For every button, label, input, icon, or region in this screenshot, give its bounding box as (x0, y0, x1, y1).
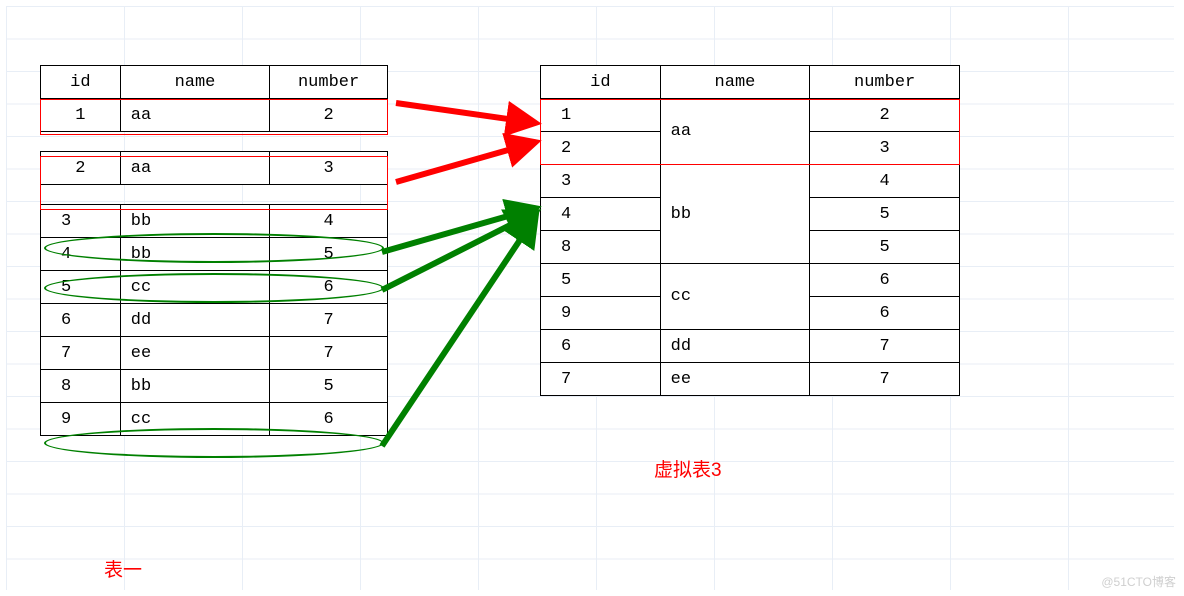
table-row: 6dd7 (541, 330, 960, 363)
table-row: 2aa3 (41, 152, 388, 185)
table-row: 9cc6 (41, 403, 388, 436)
table-header-row: id name number (41, 66, 388, 99)
table-row: 6dd7 (41, 304, 388, 337)
virtual-table-three: id name number 1aa2 23 3bb4 45 85 5cc6 9… (540, 65, 960, 396)
table-row: 5cc6 (541, 264, 960, 297)
table-row: 7ee7 (541, 363, 960, 396)
table-row: 7ee7 (41, 337, 388, 370)
table-row: 8bb5 (41, 370, 388, 403)
table-one-label: 表一 (104, 555, 142, 582)
table-row: 4bb5 (41, 238, 388, 271)
table-row: 3bb4 (541, 165, 960, 198)
col-number: number (270, 66, 388, 99)
virtual-table-three-label: 虚拟表3 (654, 455, 722, 482)
table-row: 1aa2 (41, 99, 388, 132)
table-one: id name number 1aa2 2aa3 3bb4 4bb5 5cc6 … (40, 65, 388, 436)
col-name: name (120, 66, 269, 99)
table-header-row: id name number (541, 66, 960, 99)
watermark: @51CTO博客 (1101, 573, 1176, 590)
table-row: 3bb4 (41, 205, 388, 238)
table-row: 1aa2 (541, 99, 960, 132)
col-number: number (810, 66, 960, 99)
col-name: name (660, 66, 810, 99)
table-row: 5cc6 (41, 271, 388, 304)
col-id: id (41, 66, 121, 99)
col-id: id (541, 66, 661, 99)
